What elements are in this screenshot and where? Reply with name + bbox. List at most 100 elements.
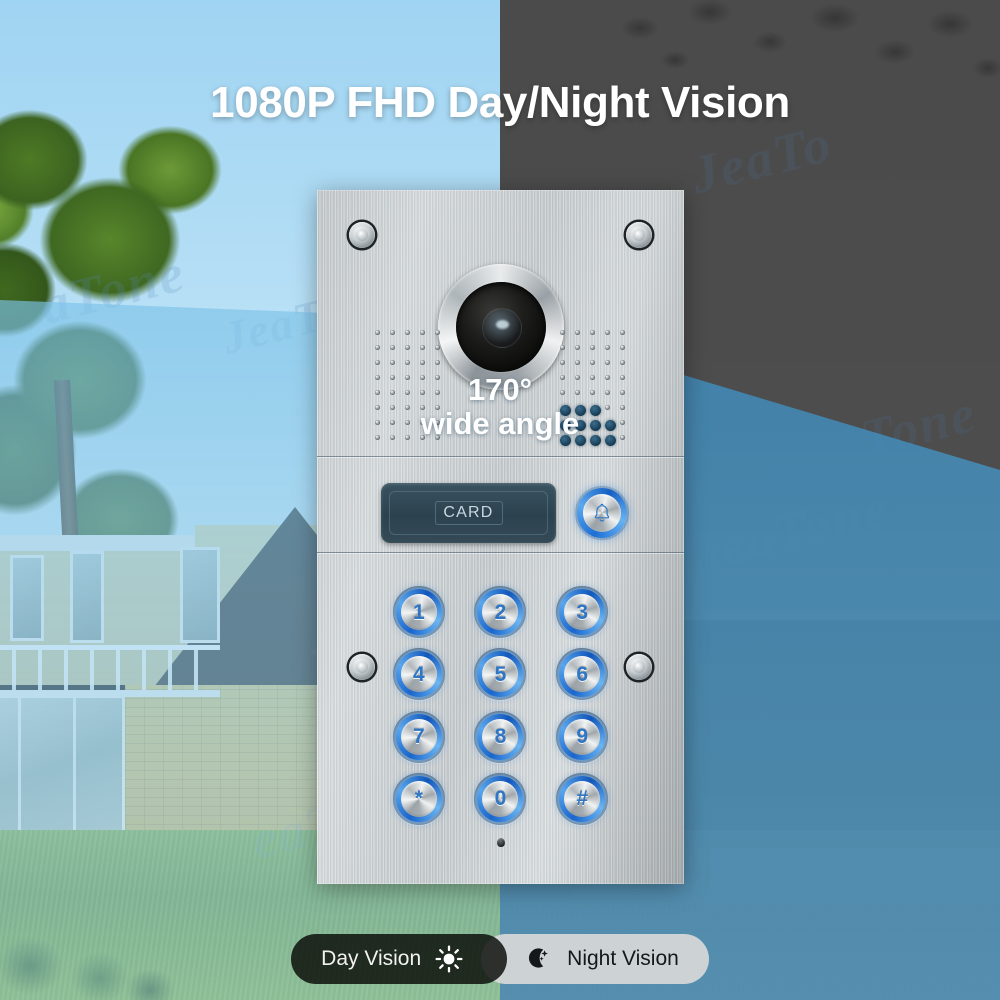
speaker-hole [435, 330, 440, 335]
speaker-hole [375, 390, 380, 395]
microphone-hole [496, 838, 505, 847]
keypad-key-5[interactable]: 5 [462, 645, 540, 703]
page-title: 1080P FHD Day/Night Vision [210, 78, 790, 127]
ir-led [590, 405, 601, 416]
speaker-hole [390, 330, 395, 335]
speaker-hole [435, 390, 440, 395]
key-face: 7 [400, 718, 437, 755]
panel-divider-2 [317, 552, 684, 553]
speaker-hole [375, 375, 380, 380]
ir-led [575, 435, 586, 446]
screw-bottom-left [349, 654, 375, 680]
speaker-hole [620, 390, 625, 395]
key-label: 1 [412, 600, 425, 624]
keypad[interactable]: 1 2 3 4 5 6 7 8 9 * 0 # [380, 583, 621, 828]
product-marketing-image: aTone JeaT JeaTo Tone JeaTone eaTone 108… [0, 0, 1000, 1000]
bell-icon [594, 503, 610, 522]
speaker-hole [420, 420, 425, 425]
key-label: 0 [494, 787, 507, 811]
key-label: # [576, 787, 588, 811]
keypad-key-2[interactable]: 2 [462, 583, 540, 641]
house-balcony-left [0, 645, 220, 697]
speaker-hole [390, 360, 395, 365]
camera-lens [456, 282, 546, 372]
speaker-hole [435, 405, 440, 410]
speaker-hole [560, 345, 565, 350]
speaker-hole [575, 360, 580, 365]
key-face: 1 [400, 594, 437, 631]
ir-led [590, 420, 601, 431]
key-label: 4 [412, 662, 425, 686]
speaker-hole [420, 390, 425, 395]
ir-led [560, 420, 571, 431]
moon-stars-icon [529, 948, 549, 968]
keypad-key-0[interactable]: 0 [462, 770, 540, 828]
key-label: 2 [494, 600, 507, 624]
keypad-key-3[interactable]: 3 [543, 583, 621, 641]
key-face: 9 [564, 718, 601, 755]
screw-bottom-right [626, 654, 652, 680]
key-face: * [400, 780, 437, 817]
house-window-a [10, 555, 44, 641]
screw-top-right [626, 222, 652, 248]
badge-day-vision[interactable]: Day Vision [291, 934, 508, 984]
speaker-hole [390, 375, 395, 380]
speaker-hole [375, 405, 380, 410]
keypad-key-1[interactable]: 1 [380, 583, 458, 641]
speaker-hole [390, 390, 395, 395]
keypad-key-hash[interactable]: # [543, 770, 621, 828]
speaker-hole [405, 345, 410, 350]
card-reader[interactable]: CARD [381, 483, 556, 543]
camera-bezel [438, 264, 564, 390]
speaker-hole [590, 330, 595, 335]
speaker-hole [375, 345, 380, 350]
badge-night-vision[interactable]: Night Vision [481, 934, 709, 984]
badge-night-label: Night Vision [567, 947, 679, 970]
speaker-hole [590, 360, 595, 365]
speaker-hole [620, 360, 625, 365]
key-face: # [564, 780, 601, 817]
doorbell-button[interactable] [575, 486, 629, 540]
speaker-hole [420, 330, 425, 335]
speaker-hole [405, 330, 410, 335]
speaker-hole [575, 345, 580, 350]
keypad-key-9[interactable]: 9 [543, 708, 621, 766]
doorbell-face [583, 494, 621, 532]
speaker-hole [435, 360, 440, 365]
ir-led [560, 405, 571, 416]
speaker-hole [375, 360, 380, 365]
speaker-hole [420, 435, 425, 440]
speaker-hole [405, 405, 410, 410]
speaker-hole [390, 435, 395, 440]
speaker-hole [620, 375, 625, 380]
speaker-hole [620, 420, 625, 425]
video-door-phone-panel: CARD 1 2 3 4 5 6 7 8 9 * 0 # [317, 190, 684, 884]
key-label: 9 [576, 725, 588, 749]
ir-led [590, 435, 601, 446]
speaker-hole [575, 390, 580, 395]
badge-day-label: Day Vision [321, 947, 422, 970]
keypad-key-4[interactable]: 4 [380, 645, 458, 703]
speaker-hole [420, 405, 425, 410]
house-window-b [70, 551, 104, 643]
speaker-hole [560, 360, 565, 365]
sun-icon [435, 945, 463, 973]
speaker-hole [605, 330, 610, 335]
speaker-hole [405, 360, 410, 365]
keypad-key-7[interactable]: 7 [380, 708, 458, 766]
speaker-hole [620, 435, 625, 440]
key-label: 3 [576, 600, 588, 624]
key-label: 7 [412, 725, 425, 749]
keypad-key-star[interactable]: * [380, 770, 458, 828]
speaker-hole [420, 375, 425, 380]
speaker-hole [435, 420, 440, 425]
speaker-hole [390, 420, 395, 425]
card-reader-label: CARD [434, 501, 503, 525]
keypad-key-8[interactable]: 8 [462, 708, 540, 766]
screw-top-left [349, 222, 375, 248]
speaker-hole [605, 390, 610, 395]
keypad-key-6[interactable]: 6 [543, 645, 621, 703]
speaker-hole [435, 375, 440, 380]
ir-led [560, 435, 571, 446]
speaker-hole [375, 420, 380, 425]
